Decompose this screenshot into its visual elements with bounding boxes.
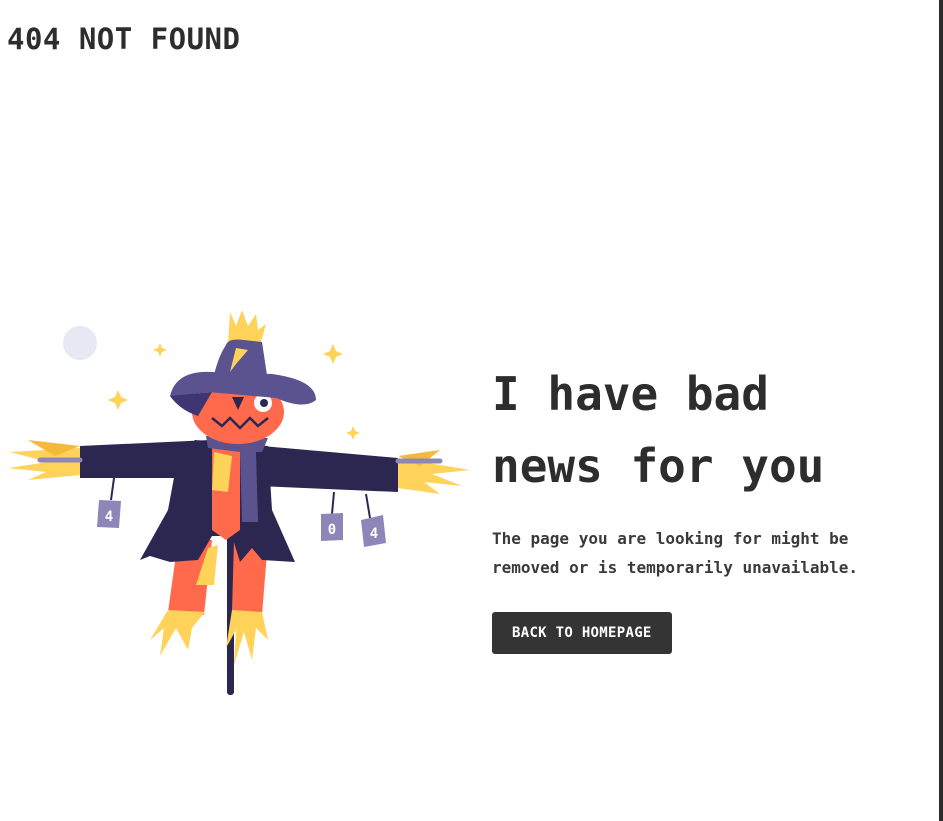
can-number: 4: [370, 526, 378, 542]
can-number: 0: [328, 522, 336, 538]
hat-straw: [228, 310, 266, 345]
page-brand-title: 404 NOT FOUND: [7, 22, 241, 56]
can-number: 4: [105, 509, 113, 525]
scarecrow-illustration: 4 0 4: [8, 310, 470, 695]
can-left: 4: [97, 477, 121, 528]
window-edge: [939, 0, 943, 821]
right-straw-hand: [398, 450, 470, 494]
can-right: 4: [361, 493, 386, 547]
error-headline: I have bad news for you: [492, 367, 825, 493]
sparkle-icon: [153, 343, 167, 357]
right-pupil: [260, 399, 268, 407]
error-content: I have bad news for you The page you are…: [492, 358, 922, 654]
moon-icon: [63, 326, 97, 360]
sparkle-icon: [108, 390, 128, 410]
error-message: The page you are looking for might be re…: [492, 529, 859, 577]
right-sleeve: [258, 446, 398, 492]
back-to-homepage-button[interactable]: BACK TO HOMEPAGE: [492, 612, 672, 654]
can-middle: 0: [321, 491, 343, 541]
left-foot-straw: [150, 610, 205, 656]
sparkle-icon: [323, 344, 343, 364]
sparkle-icon: [346, 426, 360, 440]
